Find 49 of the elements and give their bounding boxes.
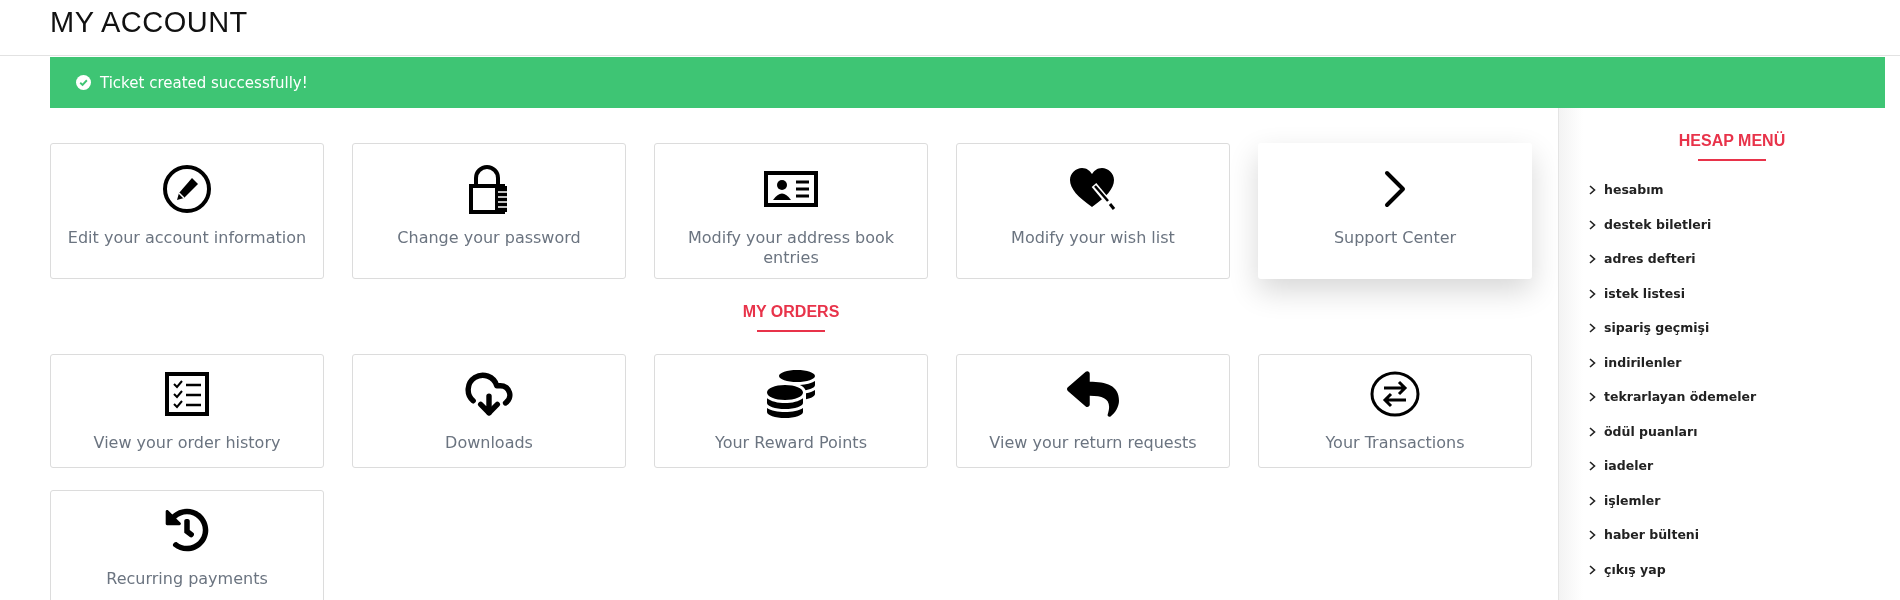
section-title: MY ORDERS (742, 303, 840, 321)
order-link-card[interactable]: Downloads (352, 354, 626, 468)
account-link-card[interactable]: Edit your account information (50, 143, 324, 279)
order-link-card[interactable]: Your Reward Points (654, 354, 928, 468)
chevron-right-icon (1589, 564, 1596, 575)
sidebar-link[interactable]: iadeler (1589, 457, 1654, 476)
pencil-circle-icon (162, 164, 212, 214)
sidebar-link[interactable]: çıkış yap (1589, 560, 1666, 579)
chevron-right-icon (1589, 392, 1596, 403)
heart-pen-icon (1068, 167, 1118, 211)
sidebar-link[interactable]: destek biletleri (1589, 215, 1712, 234)
account-link-card[interactable]: Modify your address book entries (654, 143, 928, 279)
chevron-right-icon (1589, 530, 1596, 541)
chevron-right-icon (1589, 461, 1596, 472)
chevron-right-icon (1589, 426, 1596, 437)
sidebar-link[interactable]: tekrarlayan ödemeler (1589, 388, 1757, 407)
sidebar-link[interactable]: haber bülteni (1589, 526, 1700, 545)
sidebar-link[interactable]: hesabım (1589, 181, 1664, 200)
account-link-card[interactable]: Change your password (352, 143, 626, 279)
order-link-card[interactable]: Your Transactions (1258, 354, 1532, 468)
alert-message: Ticket created successfully! (100, 73, 308, 92)
check-circle-icon (76, 75, 91, 90)
sidebar-link[interactable]: indirilenler (1589, 353, 1682, 372)
chevron-right-icon (1589, 495, 1596, 506)
account-link-card[interactable]: Modify your wish list (956, 143, 1230, 279)
sidebar-link[interactable]: ödül puanları (1589, 422, 1698, 441)
order-link-card[interactable]: Recurring payments (50, 490, 324, 600)
sidebar-title: HESAP MENÜ (1678, 132, 1786, 150)
chevron-right-icon (1589, 254, 1596, 265)
chevron-right-icon (1383, 169, 1407, 209)
chevron-right-icon (1589, 323, 1596, 334)
sidebar-link[interactable]: adres defteri (1589, 250, 1696, 269)
chevron-right-icon (1589, 357, 1596, 368)
page-title: MY ACCOUNT (50, 6, 249, 39)
history-icon (165, 508, 209, 552)
order-link-card[interactable]: View your order history (50, 354, 324, 468)
sidebar-link[interactable]: istek listesi (1589, 284, 1686, 303)
reply-arrow-icon (1067, 368, 1119, 420)
coins-icon (767, 370, 815, 418)
id-card-icon (764, 169, 818, 209)
swap-arrows-icon (1369, 370, 1421, 418)
sidebar-link[interactable]: işlemler (1589, 491, 1661, 510)
account-link-card[interactable]: Support Center (1258, 143, 1532, 279)
chevron-right-icon (1589, 219, 1596, 230)
sidebar-link[interactable]: sipariş geçmişi (1589, 319, 1710, 338)
chevron-right-icon (1589, 288, 1596, 299)
chevron-right-icon (1589, 185, 1596, 196)
order-link-card[interactable]: View your return requests (956, 354, 1230, 468)
checklist-icon (164, 371, 210, 417)
